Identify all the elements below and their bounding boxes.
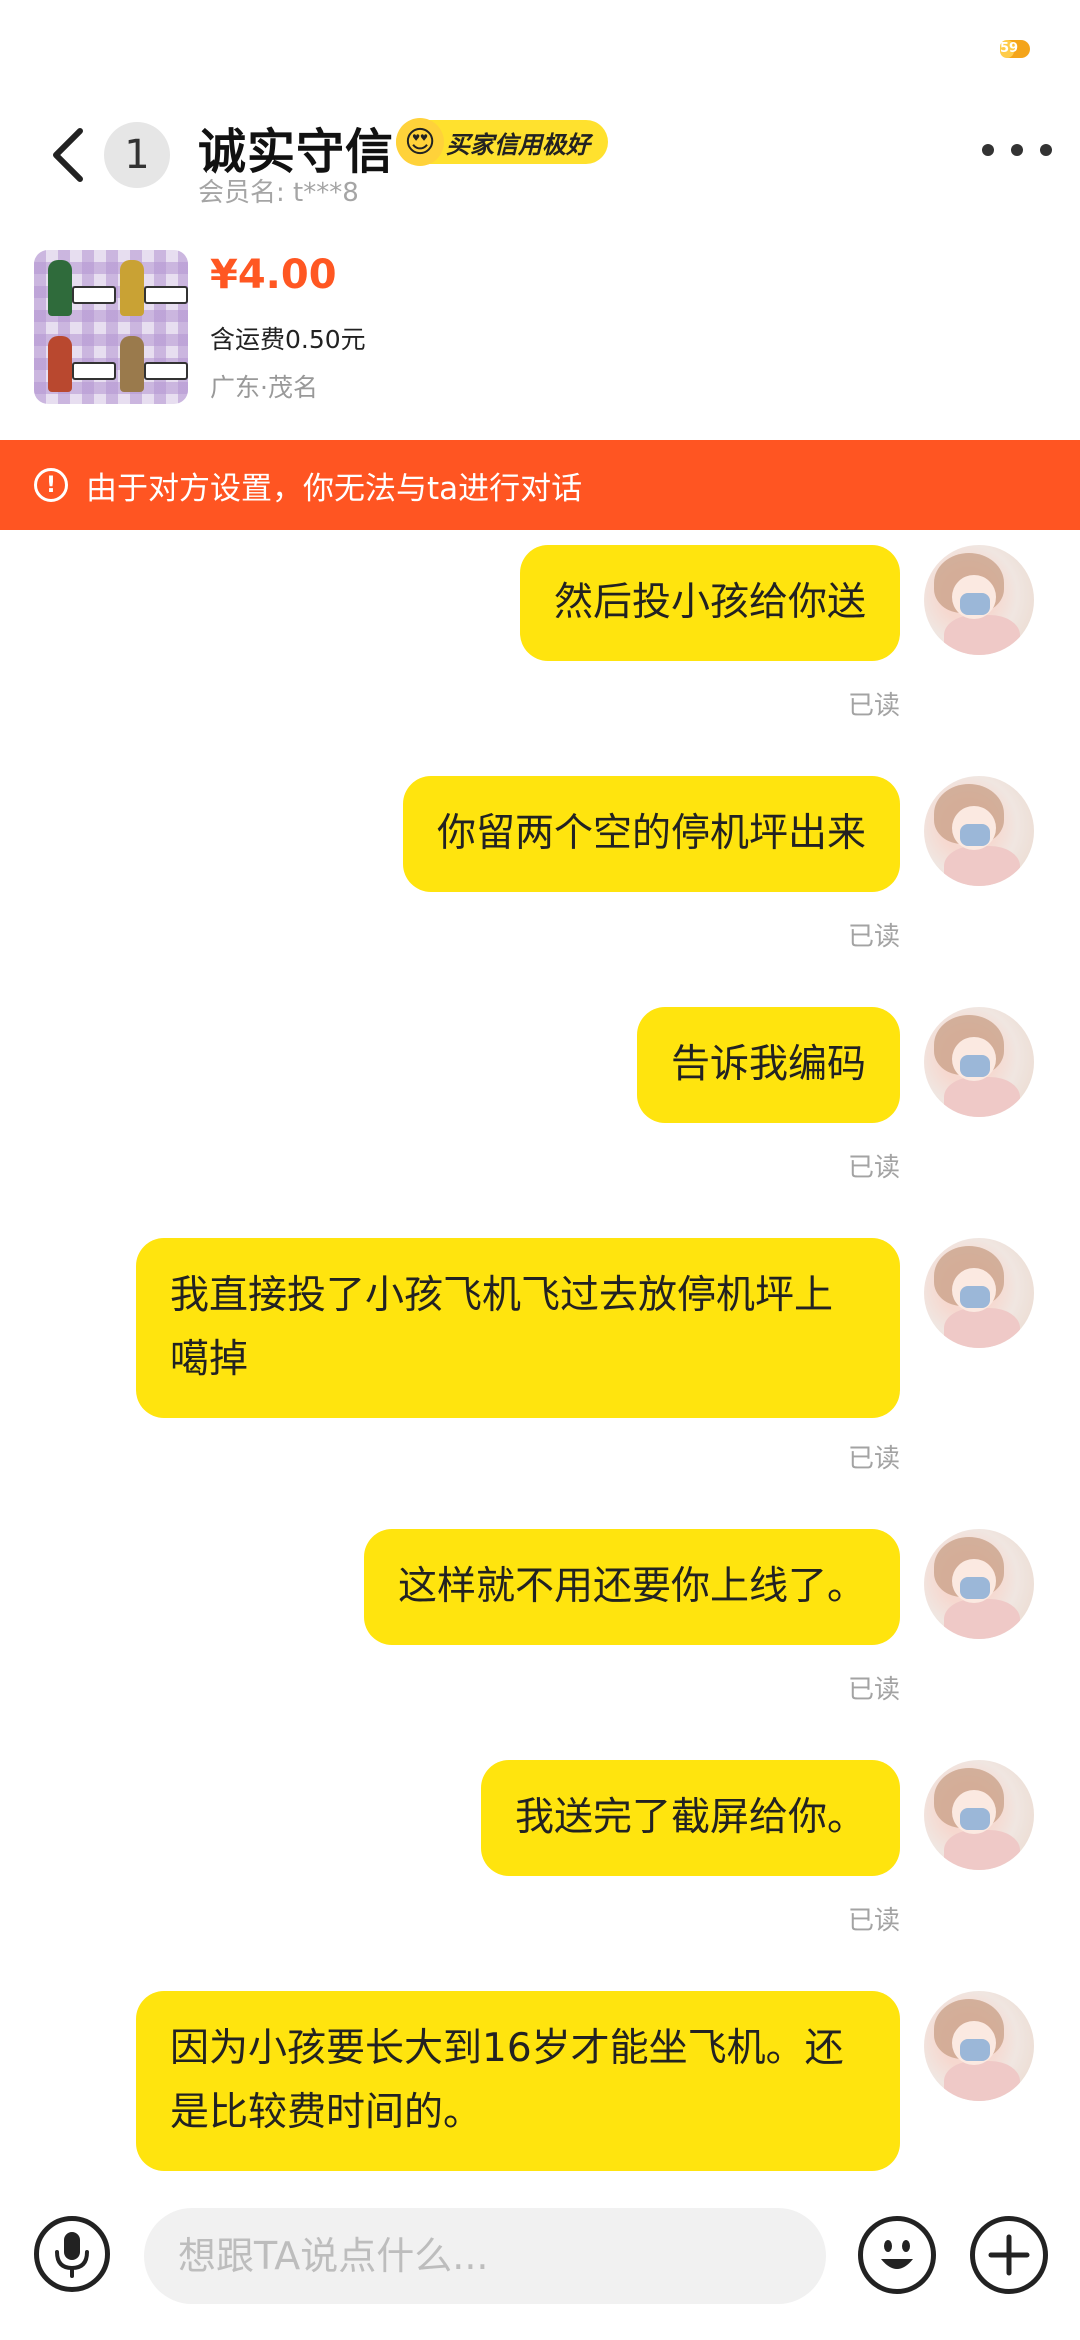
chevron-left-icon [53, 128, 83, 182]
unread-count-badge[interactable]: 1 [104, 122, 170, 188]
read-status: 已读 [847, 1444, 900, 1474]
exclamation-circle-icon: ! [34, 468, 68, 502]
battery-icon: 59 [1000, 40, 1030, 58]
product-card[interactable]: ¥4.00 含运费0.50元 广东·茂名 [0, 250, 1080, 440]
credit-badge-label: 买家信用极好 [446, 130, 590, 159]
avatar[interactable] [924, 1760, 1034, 1870]
avatar[interactable] [924, 1529, 1034, 1639]
credit-badge: 😍 买家信用极好 [396, 118, 608, 166]
smiley-icon [881, 2240, 913, 2269]
more-options-button[interactable] [982, 130, 1052, 170]
input-bar [0, 2180, 1080, 2340]
read-status: 已读 [847, 1153, 900, 1183]
back-button[interactable] [38, 120, 98, 190]
plus-button[interactable] [970, 2216, 1048, 2294]
status-bar: 59 [0, 0, 1080, 90]
warning-text: 由于对方设置，你无法与ta进行对话 [86, 470, 583, 507]
voice-button[interactable] [34, 2216, 110, 2292]
product-location: 广东·茂名 [210, 373, 318, 402]
avatar[interactable] [924, 545, 1034, 655]
message-bubble[interactable]: 这样就不用还要你上线了。 [363, 1529, 900, 1645]
member-name: 会员名: t***8 [198, 178, 359, 208]
avatar[interactable] [924, 776, 1034, 886]
message-bubble[interactable]: 你留两个空的停机坪出来 [402, 776, 900, 892]
microphone-icon [55, 2232, 89, 2278]
shipping-fee: 含运费0.50元 [210, 325, 366, 354]
message-bubble[interactable]: 告诉我编码 [636, 1007, 900, 1123]
message-list[interactable]: 然后投小孩给你送 已读 你留两个空的停机坪出来 已读 告诉我编码 已读 我直接投… [0, 530, 1080, 2180]
battery-level: 59 [1000, 40, 1019, 58]
heart-eyes-icon: 😍 [396, 118, 444, 166]
chat-disabled-banner: ! 由于对方设置，你无法与ta进行对话 [0, 440, 1080, 530]
product-price: ¥4.00 [210, 252, 337, 298]
avatar[interactable] [924, 1007, 1034, 1117]
message-bubble[interactable]: 我送完了截屏给你。 [480, 1760, 900, 1876]
emoji-button[interactable] [858, 2216, 936, 2294]
message-bubble[interactable]: 然后投小孩给你送 [519, 545, 900, 661]
message-bubble[interactable]: 我直接投了小孩飞机飞过去放停机坪上噶掉 [136, 1238, 900, 1418]
message-bubble[interactable]: 因为小孩要长大到16岁才能坐飞机。还是比较费时间的。 [136, 1991, 900, 2171]
read-status: 已读 [847, 922, 900, 952]
product-thumbnail[interactable] [34, 250, 188, 404]
plus-icon [988, 2234, 1030, 2276]
read-status: 已读 [847, 1906, 900, 1936]
avatar[interactable] [924, 1991, 1034, 2101]
read-status: 已读 [847, 691, 900, 721]
avatar[interactable] [924, 1238, 1034, 1348]
message-input[interactable] [144, 2208, 826, 2304]
more-dots-icon [982, 144, 994, 156]
read-status: 已读 [847, 1675, 900, 1705]
